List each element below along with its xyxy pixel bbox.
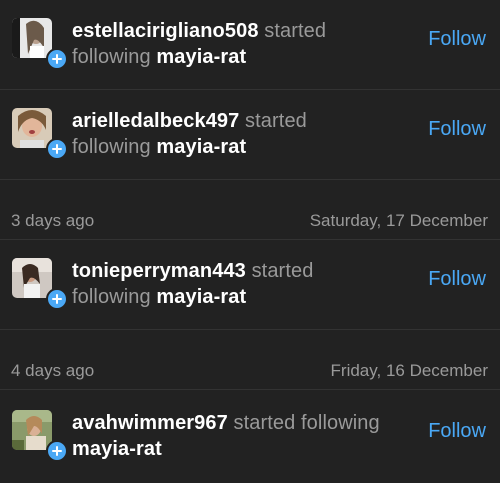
full-date: Saturday, 17 December [309, 211, 488, 230]
target-blog[interactable]: mayia-rat [156, 46, 246, 68]
action-text-2: following [72, 136, 151, 158]
notification-row[interactable]: arielledalbeck497 started following mayi… [0, 90, 500, 180]
follow-button[interactable]: Follow [428, 268, 486, 291]
avatar[interactable] [12, 18, 52, 58]
full-date: Friday, 16 December [330, 361, 488, 380]
target-blog[interactable]: mayia-rat [72, 438, 162, 460]
notification-text: arielledalbeck497 started following mayi… [72, 108, 408, 160]
follow-button[interactable]: Follow [428, 118, 486, 141]
avatar[interactable] [12, 258, 52, 298]
avatar[interactable] [12, 108, 52, 148]
follow-button[interactable]: Follow [428, 420, 486, 443]
relative-date: 3 days ago [11, 211, 95, 230]
action-text: started [251, 260, 314, 282]
plus-icon [46, 48, 68, 70]
username[interactable]: avahwimmer967 [72, 412, 228, 434]
notification-text: avahwimmer967 started following mayia-ra… [72, 410, 408, 462]
avatar[interactable] [12, 410, 52, 450]
avatar-wrap[interactable] [12, 108, 68, 160]
follow-button[interactable]: Follow [428, 28, 486, 51]
notification-text: estellacirigliano508 started following m… [72, 18, 408, 70]
plus-icon [46, 440, 68, 462]
plus-icon [46, 138, 68, 160]
action-text: started following [233, 412, 380, 434]
avatar-wrap[interactable] [12, 18, 68, 70]
username[interactable]: arielledalbeck497 [72, 110, 239, 132]
target-blog[interactable]: mayia-rat [156, 136, 246, 158]
avatar-wrap[interactable] [12, 410, 68, 462]
notification-row[interactable]: tonieperryman443 started following mayia… [0, 240, 500, 330]
plus-icon [46, 288, 68, 310]
username[interactable]: tonieperryman443 [72, 260, 246, 282]
relative-date: 4 days ago [11, 361, 95, 380]
target-blog[interactable]: mayia-rat [156, 286, 246, 308]
notification-row[interactable]: estellacirigliano508 started following m… [0, 0, 500, 90]
notification-text: tonieperryman443 started following mayia… [72, 258, 408, 310]
notification-row[interactable]: avahwimmer967 started following mayia-ra… [0, 392, 500, 482]
username[interactable]: estellacirigliano508 [72, 20, 259, 42]
action-text: started [264, 20, 327, 42]
action-text: started [245, 110, 307, 132]
avatar-wrap[interactable] [12, 258, 68, 310]
action-text-2: following [72, 46, 151, 68]
date-section-header: 3 days ago Saturday, 17 December [0, 180, 500, 240]
date-section-header: 4 days ago Friday, 16 December [0, 330, 500, 390]
action-text-2: following [72, 286, 151, 308]
